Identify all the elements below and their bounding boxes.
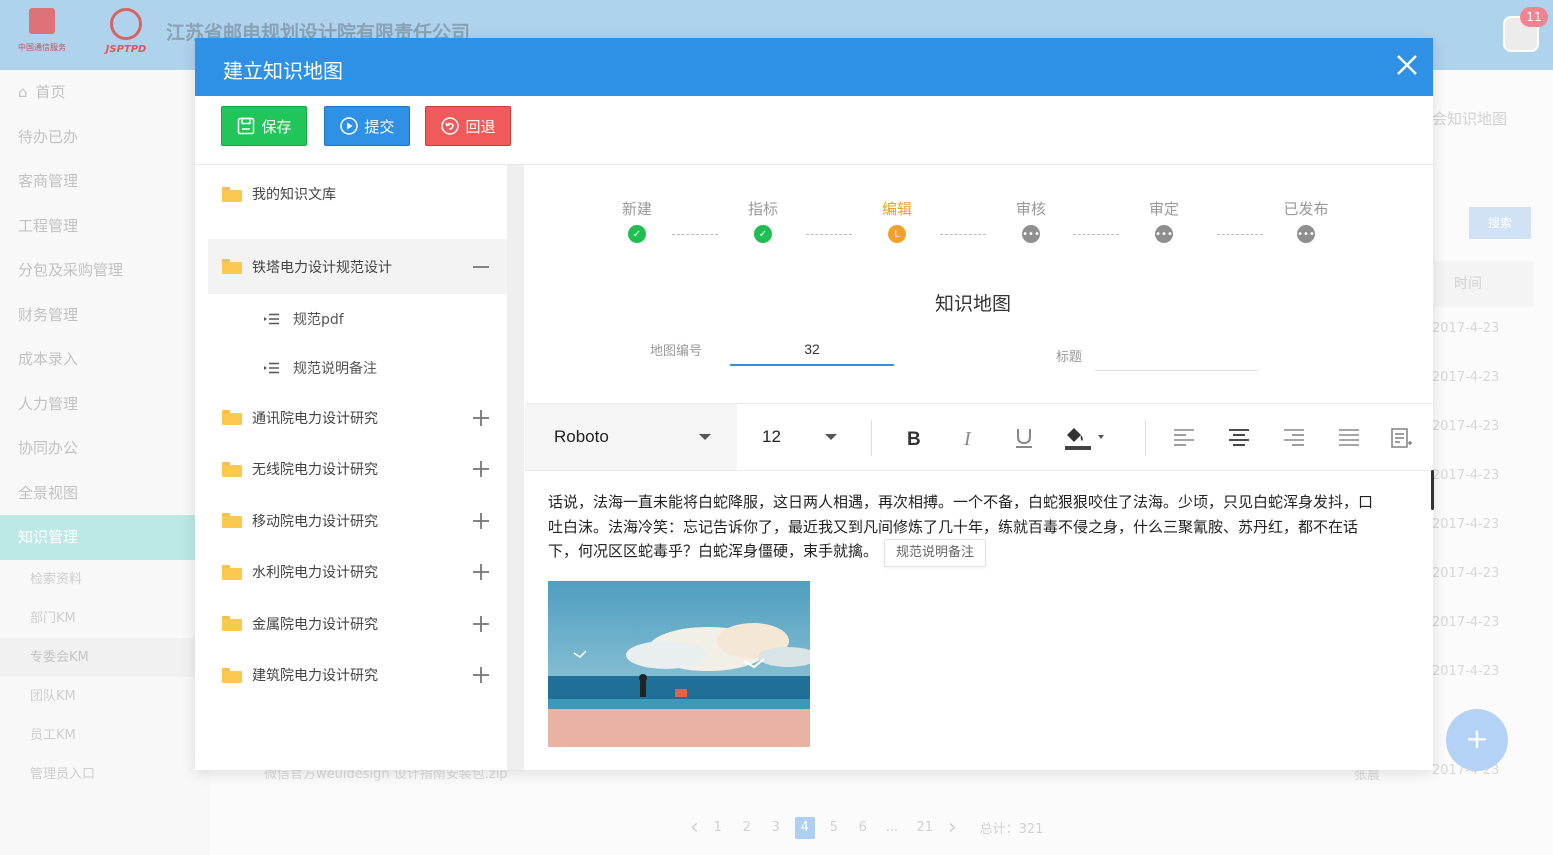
toolbar-divider [1145, 420, 1146, 456]
align-right-button[interactable] [1280, 424, 1308, 452]
align-center-icon [1229, 429, 1249, 446]
close-icon[interactable] [1394, 52, 1420, 78]
toolbar-divider [871, 420, 872, 456]
align-left-icon [1174, 429, 1194, 446]
tree-item-library[interactable]: 我的知识文库 [208, 165, 508, 223]
tree-item-folder-open[interactable]: 铁塔电力设计规范设计 [208, 239, 508, 294]
step-published: 已发布 ••• [1276, 198, 1336, 243]
map-number-label: 地图编号 [650, 344, 703, 359]
tree-item-folder[interactable]: 金属院电力设计研究 [208, 598, 508, 650]
step-approve: 审定 ••• [1134, 198, 1194, 243]
map-number-input[interactable] [730, 334, 894, 366]
chevron-down-icon [825, 434, 837, 440]
folder-icon [222, 564, 242, 580]
step-connector [806, 234, 852, 235]
folder-icon [222, 410, 242, 426]
form-heading: 知识地图 [935, 293, 1012, 315]
dialog-header: 建立知识地图 [195, 38, 1433, 96]
submit-button[interactable]: 提交 [324, 106, 410, 146]
paint-bucket-icon [1065, 428, 1104, 450]
step-connector [672, 234, 718, 235]
editor-toolbar: Roboto 12 B I [525, 403, 1433, 471]
align-left-button[interactable] [1170, 424, 1198, 452]
more-icon: ••• [1155, 225, 1173, 243]
align-justify-button[interactable] [1335, 424, 1363, 452]
step-connector [1217, 234, 1263, 235]
title-label: 标题 [1056, 350, 1083, 365]
step-indicator: 指标 ✓ [733, 198, 793, 243]
expand-plus-icon[interactable] [472, 512, 490, 530]
expand-plus-icon[interactable] [472, 460, 490, 478]
tree-item-folder[interactable]: 通讯院电力设计研究 [208, 392, 508, 444]
fill-color-button[interactable] [1062, 424, 1110, 452]
tree-item-folder[interactable]: 建筑院电力设计研究 [208, 650, 508, 702]
chevron-down-icon [699, 434, 711, 440]
bold-button[interactable]: B [900, 424, 928, 452]
svg-text:B: B [907, 429, 921, 450]
folder-icon [222, 186, 242, 202]
more-icon: ••• [1297, 225, 1315, 243]
tree-item-child[interactable]: 规范说明备注 [208, 343, 508, 392]
knowledge-map-dialog: 建立知识地图 保存 提交 回退 我的知识文库 铁塔电力设计规范设计 规范pdf … [195, 38, 1434, 770]
note-tooltip: 规范说明备注 [884, 539, 987, 567]
folder-icon [222, 461, 242, 477]
editor-scrollbar[interactable] [1431, 470, 1434, 510]
italic-icon: I [963, 428, 972, 450]
title-input[interactable] [1095, 338, 1258, 371]
knowledge-tree: 我的知识文库 铁塔电力设计规范设计 规范pdf 规范说明备注 通讯院电力设计研究… [208, 165, 508, 770]
font-size-select[interactable]: 12 [737, 404, 859, 470]
expand-plus-icon[interactable] [472, 615, 490, 633]
more-icon: ••• [1022, 225, 1040, 243]
collapse-minus-icon[interactable] [472, 258, 490, 276]
check-icon: ✓ [754, 225, 772, 243]
note-add-icon [1391, 428, 1412, 448]
dialog-toolbar: 保存 提交 回退 [195, 96, 1433, 165]
underline-icon [1016, 429, 1032, 448]
align-justify-icon [1339, 429, 1359, 446]
bold-icon: B [907, 429, 921, 450]
pane-splitter[interactable] [507, 165, 524, 770]
list-icon [264, 313, 279, 324]
step-connector [1073, 234, 1119, 235]
dialog-title: 建立知识地图 [223, 59, 343, 83]
folder-icon [222, 616, 242, 632]
step-review: 审核 ••• [1001, 198, 1061, 243]
editor-content[interactable]: 话说，法海一直未能将白蛇降服，这日两人相遇，再次相搏。一个不备，白蛇狠狠咬住了法… [548, 490, 1378, 567]
step-new: 新建 ✓ [607, 198, 667, 243]
undo-circle-icon [441, 117, 460, 135]
tree-item-child[interactable]: 规范pdf [208, 294, 508, 343]
rollback-button[interactable]: 回退 [425, 106, 511, 146]
folder-icon [222, 259, 242, 274]
font-family-select[interactable]: Roboto [525, 404, 737, 470]
tree-item-folder[interactable]: 水利院电力设计研究 [208, 547, 508, 599]
expand-plus-icon[interactable] [472, 563, 490, 581]
tree-item-folder[interactable]: 移动院电力设计研究 [208, 495, 508, 547]
svg-text:I: I [963, 428, 972, 450]
step-edit: 编辑 L [867, 198, 927, 243]
save-icon [238, 117, 255, 135]
align-center-button[interactable] [1225, 424, 1253, 452]
play-circle-icon [340, 117, 359, 135]
folder-icon [222, 513, 242, 529]
beach-illustration [548, 581, 810, 747]
expand-plus-icon[interactable] [472, 409, 490, 427]
step-connector [940, 234, 986, 235]
folder-icon [222, 667, 242, 683]
clock-icon: L [888, 225, 906, 243]
tree-item-folder[interactable]: 无线院电力设计研究 [208, 444, 508, 496]
save-button[interactable]: 保存 [221, 106, 307, 146]
check-icon: ✓ [628, 225, 646, 243]
italic-button[interactable]: I [955, 424, 983, 452]
expand-plus-icon[interactable] [472, 666, 490, 684]
insert-note-button[interactable] [1387, 424, 1415, 452]
underline-button[interactable] [1010, 424, 1038, 452]
list-icon [264, 362, 279, 373]
inserted-image[interactable] [548, 581, 810, 747]
align-right-icon [1284, 429, 1304, 446]
